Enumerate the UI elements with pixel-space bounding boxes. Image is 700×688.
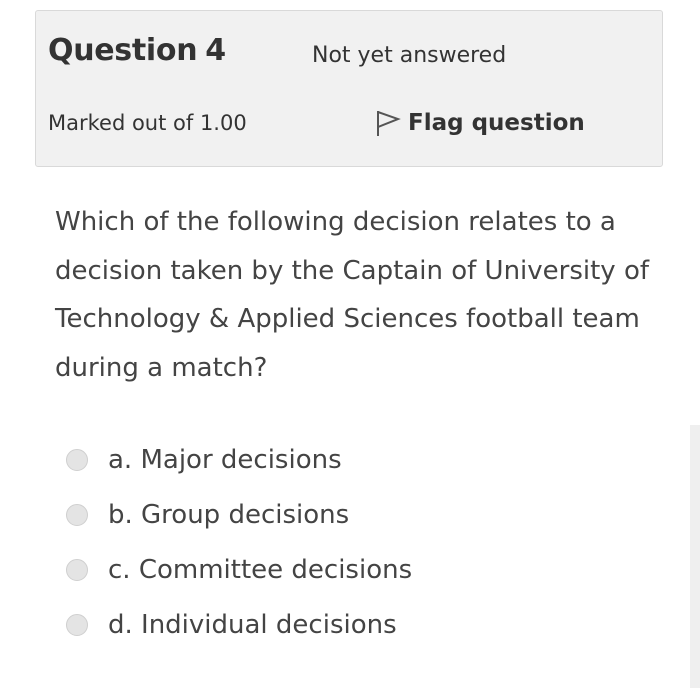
answer-option-a[interactable]: a. Major decisions bbox=[66, 432, 626, 487]
answer-label: a. Major decisions bbox=[108, 444, 342, 475]
answer-label: c. Committee decisions bbox=[108, 554, 413, 585]
answer-state: Not yet answered bbox=[312, 43, 507, 68]
question-grade: Marked out of 1.00 bbox=[48, 111, 247, 135]
radio-button[interactable] bbox=[66, 558, 88, 581]
flag-outline-icon bbox=[374, 108, 402, 138]
question-text: Which of the following decision relates … bbox=[55, 207, 650, 383]
question-number: 4 bbox=[205, 33, 226, 68]
quiz-page: Question 4 Not yet answered Marked out of… bbox=[0, 0, 700, 688]
answer-label: d. Individual decisions bbox=[108, 609, 397, 640]
radio-button[interactable] bbox=[66, 503, 88, 526]
answer-label: b. Group decisions bbox=[108, 499, 350, 530]
answer-options: a. Major decisions b. Group decisions c.… bbox=[66, 432, 626, 652]
flag-question-label: Flag question bbox=[408, 110, 585, 136]
answer-option-c[interactable]: c. Committee decisions bbox=[66, 542, 626, 597]
answer-option-d[interactable]: d. Individual decisions bbox=[66, 597, 626, 652]
question-number-heading: Question 4 bbox=[48, 33, 226, 68]
radio-button[interactable] bbox=[66, 448, 88, 471]
answer-option-b[interactable]: b. Group decisions bbox=[66, 487, 626, 542]
question-info-panel: Question 4 Not yet answered Marked out of… bbox=[35, 10, 663, 167]
flag-question-button[interactable]: Flag question bbox=[374, 105, 585, 141]
question-label: Question bbox=[48, 33, 198, 68]
radio-button[interactable] bbox=[66, 613, 88, 636]
scrollbar[interactable] bbox=[690, 425, 700, 688]
